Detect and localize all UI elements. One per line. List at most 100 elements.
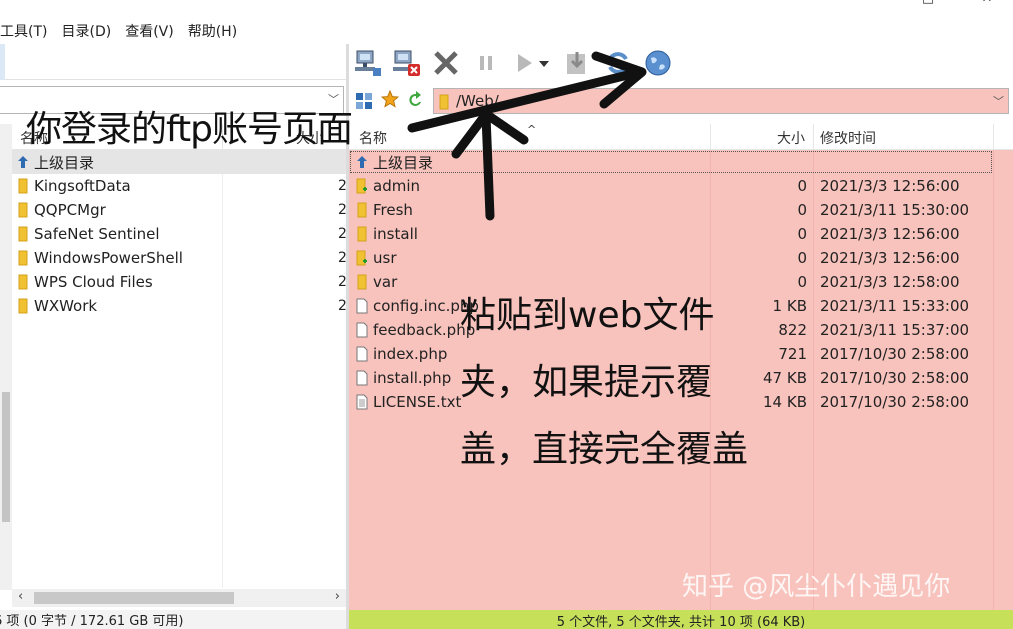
download-queue-icon[interactable]	[563, 48, 593, 78]
local-vertical-scrollbar[interactable]	[0, 124, 12, 590]
list-item[interactable]: SafeNet Sentinel 2	[12, 222, 347, 246]
file-icon	[351, 322, 373, 338]
file-icon	[351, 370, 373, 386]
list-item-size: 0	[797, 201, 807, 219]
list-item[interactable]: WindowsPowerShell 2	[12, 246, 347, 270]
list-item-label: LICENSE.txt	[373, 393, 462, 411]
folder-icon	[12, 250, 34, 266]
column-size[interactable]: 大小	[777, 128, 805, 148]
list-item[interactable]: usr 0 2021/3/3 12:56:00	[349, 246, 1013, 270]
text-file-icon	[351, 394, 373, 410]
maximize-icon[interactable]: □	[921, 0, 935, 6]
list-item-label: install.php	[373, 369, 452, 387]
stop-icon[interactable]	[431, 48, 461, 78]
list-item-label: WPS Cloud Files	[34, 273, 153, 291]
folder-icon	[12, 226, 34, 242]
list-item-size: 14 KB	[763, 393, 807, 411]
list-item-modified: 2021/3/3 12:56:00	[820, 249, 960, 267]
scrollbar-thumb[interactable]	[2, 392, 10, 522]
folder-icon	[12, 274, 34, 290]
list-item-label: WindowsPowerShell	[34, 249, 183, 267]
list-item[interactable]: WXWork 2	[12, 294, 347, 318]
menu-help[interactable]: 帮助(H)	[188, 21, 237, 41]
list-item[interactable]: QQPCMgr 2	[12, 198, 347, 222]
remote-path-value[interactable]: /Web/	[456, 92, 499, 110]
list-item-label: SafeNet Sentinel	[34, 225, 160, 243]
play-icon[interactable]	[509, 48, 539, 78]
connect-icon[interactable]	[353, 48, 383, 78]
remote-status-bar: 5 个文件, 5 个文件夹, 共计 10 项 (64 KB)	[349, 610, 1013, 629]
list-item[interactable]: WPS Cloud Files 2	[12, 270, 347, 294]
list-item-modified: 2017/10/30 2:58:00	[820, 393, 970, 411]
local-status-bar: 6 项 (0 字节 / 172.61 GB 可用)	[0, 610, 346, 629]
folder-icon	[439, 94, 449, 114]
chevron-left-icon[interactable]: ‹	[18, 589, 23, 604]
refresh-icon[interactable]	[603, 48, 633, 78]
list-item-modified: 2021/3/3 12:56:00	[820, 177, 960, 195]
list-item-size: 721	[778, 345, 807, 363]
list-item-size: 47 KB	[763, 369, 807, 387]
list-item[interactable]: Fresh 0 2021/3/11 15:30:00	[349, 198, 1013, 222]
list-item-parent[interactable]: 上级目录	[12, 150, 346, 174]
column-name[interactable]: 名称	[359, 128, 387, 148]
pause-icon[interactable]	[471, 48, 501, 78]
folder-icon	[12, 298, 34, 314]
folder-icon	[351, 202, 373, 218]
column-separator	[813, 124, 814, 150]
remote-path-row: /Web/ ﹀	[349, 86, 1013, 116]
local-toolbar-edge	[0, 44, 5, 80]
local-file-list: 上级目录 KingsoftData 2 QQPCMgr 2 SafeNet Se…	[12, 150, 347, 588]
local-horizontal-scrollbar[interactable]: ‹ ›	[12, 589, 346, 607]
list-item-label: 上级目录	[34, 153, 95, 172]
list-item-label: Fresh	[373, 201, 413, 219]
list-item-size: 0	[797, 273, 807, 291]
site-manager-icon[interactable]	[355, 92, 373, 114]
file-icon	[351, 346, 373, 362]
menu-bar: 工具(T) 目录(D) 查看(V) 帮助(H)	[0, 18, 1013, 44]
disconnect-icon[interactable]	[391, 48, 421, 78]
globe-icon[interactable]	[643, 48, 673, 78]
list-item-size: 0	[797, 225, 807, 243]
sort-ascending-icon: ^	[527, 123, 537, 136]
column-separator	[993, 124, 994, 150]
star-icon[interactable]	[380, 89, 400, 112]
scrollbar-thumb[interactable]	[34, 592, 234, 604]
list-item-modified: 2017/10/30 2:58:00	[820, 369, 970, 387]
list-item-size: 0	[797, 249, 807, 267]
folder-icon	[351, 274, 373, 290]
list-item-size: 0	[797, 177, 807, 195]
list-item-modified: 2021/3/3 12:56:00	[820, 225, 960, 243]
chevron-right-icon[interactable]: ›	[335, 589, 340, 604]
list-item-modified: 2021/3/11 15:37:00	[820, 321, 970, 339]
folder-icon	[12, 178, 34, 194]
chevron-down-icon[interactable]: ﹀	[993, 93, 1004, 109]
list-item-modified: 2021/3/3 12:58:00	[820, 273, 960, 291]
list-item-size: 822	[778, 321, 807, 339]
list-item-label: usr	[373, 249, 397, 267]
close-icon[interactable]: ✕	[980, 0, 994, 6]
caret-down-icon[interactable]	[537, 48, 551, 78]
local-toolbar	[0, 44, 346, 80]
menu-directory[interactable]: 目录(D)	[61, 21, 111, 41]
list-item-parent[interactable]: 上级目录	[349, 150, 993, 174]
watermark: 知乎 @风尘仆仆遇见你	[682, 572, 951, 602]
menu-tools[interactable]: 工具(T)	[0, 21, 47, 41]
remote-list-header: 名称 ^ 大小 修改时间	[349, 123, 1013, 150]
list-item-label: admin	[373, 177, 420, 195]
annotation-paste-instruction: 粘贴到web文件夹，如果提示覆盖，直接完全覆盖	[460, 295, 749, 470]
column-modified[interactable]: 修改时间	[820, 128, 876, 148]
list-item[interactable]: install 0 2021/3/3 12:56:00	[349, 222, 1013, 246]
list-item-label: 上级目录	[373, 153, 434, 172]
remote-toolbar	[349, 44, 1013, 82]
remote-path-combobox[interactable]: /Web/ ﹀	[433, 88, 1009, 114]
column-separator	[710, 124, 711, 150]
list-item[interactable]: admin 0 2021/3/3 12:56:00	[349, 174, 1013, 198]
back-arrow-icon[interactable]	[407, 90, 425, 112]
menu-view[interactable]: 查看(V)	[125, 21, 174, 41]
folder-plus-icon	[351, 178, 373, 194]
list-item-label: QQPCMgr	[34, 201, 106, 219]
list-item-label: KingsoftData	[34, 177, 131, 195]
list-item-label: index.php	[373, 345, 448, 363]
folder-icon	[351, 226, 373, 242]
list-item[interactable]: KingsoftData 2	[12, 174, 347, 198]
